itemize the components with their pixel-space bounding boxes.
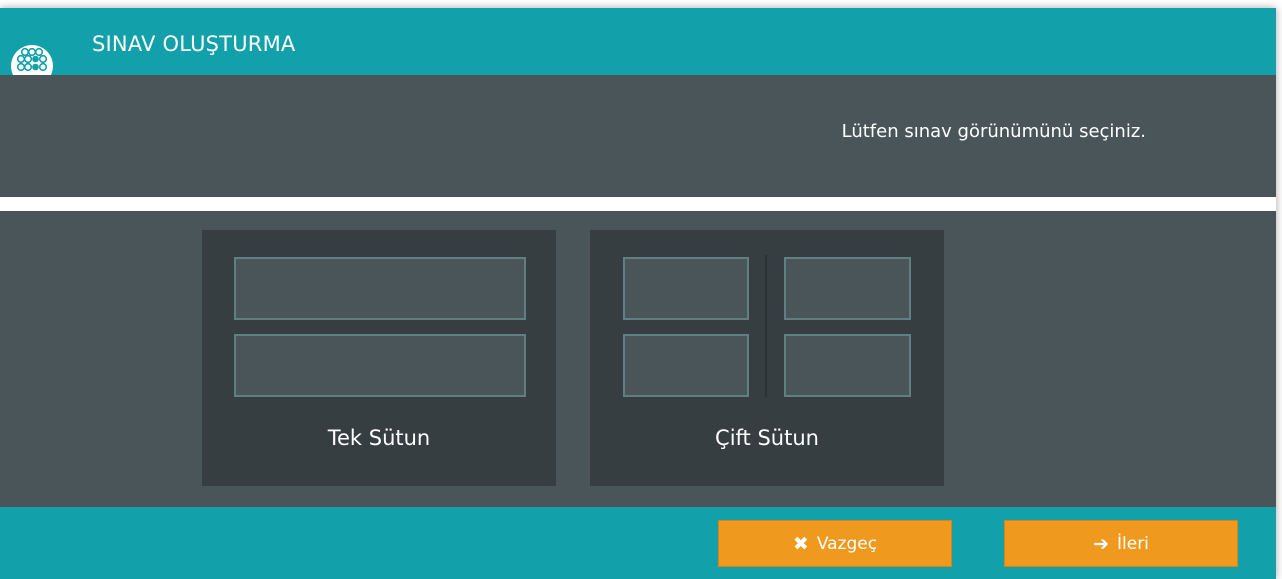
double-column-option[interactable]: Çift Sütun bbox=[590, 230, 944, 486]
app-logo-icon bbox=[10, 42, 54, 75]
layout-preview-block bbox=[234, 257, 526, 320]
instruction-band: Lütfen sınav görünümünü seçiniz. bbox=[0, 75, 1276, 197]
title-bar: SINAV OLUŞTURMA bbox=[0, 8, 1276, 75]
cancel-button[interactable]: ✖ Vazgeç bbox=[718, 520, 952, 567]
layout-preview-block bbox=[623, 334, 749, 397]
divider bbox=[0, 197, 1276, 211]
arrow-right-icon: ➔ bbox=[1093, 532, 1109, 555]
layout-preview-block bbox=[784, 257, 911, 320]
exam-wizard-window: SINAV OLUŞTURMA Lütfen sınav görünümünü … bbox=[0, 8, 1276, 579]
layout-preview-block bbox=[784, 334, 911, 397]
next-button[interactable]: ➔ İleri bbox=[1004, 520, 1238, 567]
window-title: SINAV OLUŞTURMA bbox=[92, 32, 296, 56]
layout-options: Tek Sütun Çift Sütun bbox=[0, 211, 1276, 507]
cancel-button-label: Vazgeç bbox=[816, 533, 878, 554]
footer-bar: ✖ Vazgeç ➔ İleri bbox=[0, 507, 1276, 579]
close-icon: ✖ bbox=[792, 532, 809, 555]
layout-preview-block bbox=[623, 257, 749, 320]
option-label: Çift Sütun bbox=[715, 426, 819, 450]
single-column-option[interactable]: Tek Sütun bbox=[202, 230, 556, 486]
next-button-label: İleri bbox=[1117, 533, 1149, 554]
layout-preview-block bbox=[234, 334, 526, 397]
option-label: Tek Sütun bbox=[327, 426, 431, 450]
instruction-text: Lütfen sınav görünümünü seçiniz. bbox=[841, 121, 1146, 142]
column-separator bbox=[765, 255, 767, 397]
